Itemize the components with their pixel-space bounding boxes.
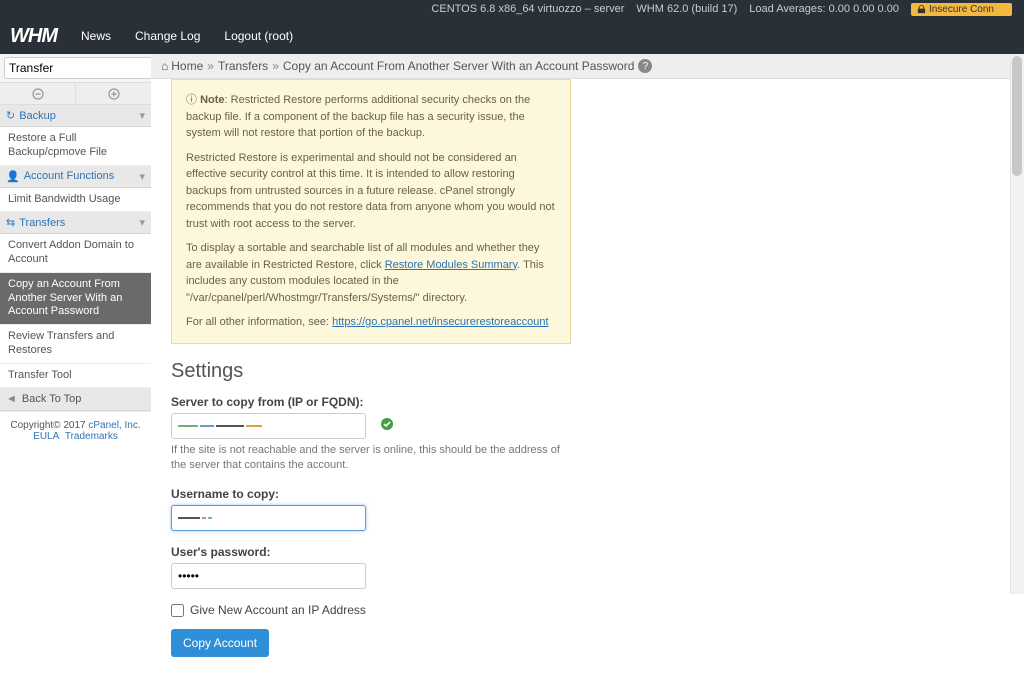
crumb-current: Copy an Account From Another Server With… [283,59,635,73]
trademarks-link[interactable]: Trademarks [65,431,118,442]
circle-plus-icon [108,88,120,100]
arrow-left-icon: ◄ [6,393,17,405]
os-info: CENTOS 6.8 x86_64 virtuozzo – server [431,3,624,15]
insecure-restore-link[interactable]: https://go.cpanel.net/insecurerestoreacc… [332,316,548,328]
load-averages: Load Averages: 0.00 0.00 0.00 [749,3,899,15]
eula-link[interactable]: EULA [33,431,59,442]
help-icon[interactable]: ? [638,59,652,73]
crumb-home[interactable]: Home [171,59,203,73]
breadcrumb: ⌂ Home » Transfers » Copy an Account Fro… [151,54,1024,79]
refresh-icon: ↻ [6,109,15,122]
server-input[interactable] [171,413,366,439]
server-label: Server to copy from (IP or FQDN): [171,395,571,409]
lock-icon [917,5,926,14]
sidebar-item-review-transfers[interactable]: Review Transfers and Restores [0,325,151,364]
username-label: Username to copy: [171,487,571,501]
sidebar-cat-transfers[interactable]: ⇆ Transfers ▾ [0,212,151,234]
system-status-bar: CENTOS 6.8 x86_64 virtuozzo – server WHM… [0,0,1024,18]
content-pane: ⌂ Home » Transfers » Copy an Account Fro… [151,54,1024,677]
password-input[interactable] [171,563,366,589]
insecure-connection-badge[interactable]: Insecure Conn [911,3,1012,16]
back-to-top-button[interactable]: ◄ Back To Top [0,388,151,411]
scrollbar-thumb[interactable] [1012,56,1022,176]
crumb-transfers[interactable]: Transfers [218,59,268,73]
expand-all-button[interactable] [76,83,151,104]
sidebar-cat-backup[interactable]: ↻ Backup ▾ [0,105,151,127]
chevron-down-icon: ▾ [139,170,145,183]
circle-minus-icon [32,88,44,100]
restore-modules-link[interactable]: Restore Modules Summary [385,259,517,271]
give-ip-checkbox[interactable] [171,604,184,617]
home-icon: ⌂ [161,59,168,73]
give-ip-label: Give New Account an IP Address [190,603,366,617]
info-icon: ⓘ [186,94,200,106]
sidebar-item-limit-bandwidth[interactable]: Limit Bandwidth Usage [0,188,151,213]
sidebar-item-transfer-tool[interactable]: Transfer Tool [0,364,151,389]
nav-news[interactable]: News [81,29,111,43]
whm-logo[interactable]: WHM [10,25,57,48]
vertical-scrollbar[interactable] [1010,54,1024,594]
cpanel-link[interactable]: cPanel, Inc. [88,420,140,431]
whm-version: WHM 62.0 (build 17) [636,3,737,15]
sidebar-item-restore-backup[interactable]: Restore a Full Backup/cpmove File [0,127,151,166]
server-hint: If the site is not reachable and the ser… [171,443,571,474]
sidebar-search-input[interactable] [4,57,169,79]
transfer-icon: ⇆ [6,216,15,229]
sidebar-item-convert-addon[interactable]: Convert Addon Domain to Account [0,234,151,273]
username-input[interactable] [171,505,366,531]
nav-change-log[interactable]: Change Log [135,29,200,43]
main-navbar: WHM News Change Log Logout (root) [0,18,1024,54]
copy-account-button[interactable]: Copy Account [171,629,269,657]
copyright-block: Copyright© 2017 cPanel, Inc. EULA Tradem… [0,411,151,450]
chevron-down-icon: ▾ [139,109,145,122]
password-label: User's password: [171,545,571,559]
collapse-all-button[interactable] [0,83,76,104]
settings-heading: Settings [171,360,1004,383]
nav-logout[interactable]: Logout (root) [224,29,293,43]
note-box: ⓘ Note: Restricted Restore performs addi… [171,79,571,344]
chevron-down-icon: ▾ [139,216,145,229]
sidebar-cat-account-functions[interactable]: 👤 Account Functions ▾ [0,166,151,188]
user-icon: 👤 [6,170,20,183]
check-icon [380,417,394,434]
sidebar: ✕ ↻ Backup ▾ Restore a Full Backup/cpmov… [0,54,151,677]
sidebar-item-copy-account[interactable]: Copy an Account From Another Server With… [0,273,151,325]
